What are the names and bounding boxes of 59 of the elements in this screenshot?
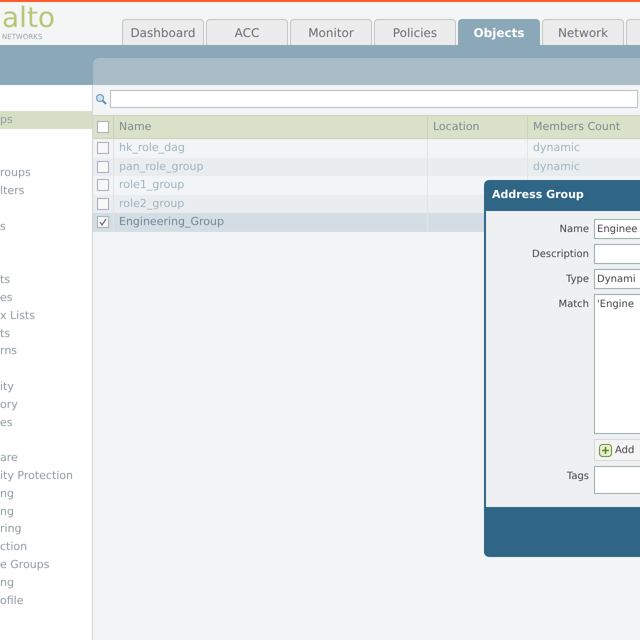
row-checkbox[interactable] (97, 198, 109, 210)
sidebar-item[interactable]: x Lists (0, 306, 92, 325)
logo-wordmark: alto (2, 3, 56, 33)
table-cell: pan_role_group (119, 158, 204, 175)
plus-icon (599, 444, 612, 456)
search-field[interactable] (110, 90, 638, 108)
sidebar-item[interactable]: roups (0, 164, 92, 182)
sidebar-item[interactable]: ity (0, 378, 92, 396)
nav-tab[interactable]: Policies (374, 19, 456, 45)
sidebar-item[interactable]: ity Protection (0, 466, 92, 485)
sidebar-item[interactable]: es (0, 414, 92, 432)
sidebar-item[interactable]: s (0, 218, 92, 236)
sidebar-item[interactable]: ng (0, 574, 92, 592)
row-checkbox[interactable] (97, 160, 109, 173)
table-cell-text: dynamic (533, 158, 580, 174)
sidebar-item[interactable]: are (0, 449, 92, 467)
tags-field[interactable] (594, 466, 640, 494)
add-button[interactable]: Add (594, 439, 640, 461)
sidebar-item[interactable]: rns (0, 342, 92, 360)
sidebar-item[interactable]: ts (0, 271, 92, 289)
text-field[interactable]: Dynami (594, 269, 640, 289)
sidebar-item[interactable]: lters (0, 182, 92, 200)
sidebar-item[interactable]: ring (0, 520, 92, 538)
match-field[interactable]: 'Engine (594, 294, 640, 434)
nav-tab[interactable]: Dashboard (122, 19, 204, 45)
sidebar-item[interactable]: ts (0, 324, 92, 342)
table-cell: role2_group (119, 196, 184, 212)
table-cell-text: hk_role_dag (119, 140, 185, 156)
sidebar-item[interactable]: ory (0, 396, 92, 414)
checkmark-icon (99, 218, 107, 226)
table-cell-text: dynamic (533, 140, 580, 156)
table-cell-text: role1_group (119, 177, 184, 193)
sidebar-item[interactable]: es (0, 288, 92, 307)
row-checkbox[interactable] (97, 179, 109, 192)
select-all-checkbox[interactable] (97, 121, 109, 133)
field-label: Match (557, 298, 590, 312)
column-header[interactable]: Members Count (527, 116, 640, 138)
column-header[interactable]: Location (427, 116, 527, 138)
field-label: Tags (566, 470, 590, 484)
text-field[interactable] (594, 244, 640, 264)
row-checkbox[interactable] (97, 142, 109, 154)
sidebar-item[interactable]: ng (0, 484, 92, 503)
sidebar-item[interactable]: e Groups (0, 556, 92, 574)
field-label: Type (565, 272, 590, 286)
sidebar-item[interactable]: ction (0, 538, 92, 556)
nav-tab[interactable]: ACC (206, 19, 288, 45)
nav-tab[interactable]: Network (542, 19, 624, 45)
nav-tab[interactable]: Monitor (290, 19, 372, 45)
column-header[interactable]: Name (113, 116, 427, 138)
search-icon (95, 93, 107, 105)
table-row[interactable]: pan_role_group dynamic (93, 158, 640, 176)
sidebar-item[interactable]: ofile (0, 592, 92, 610)
field-label: Description (531, 248, 590, 262)
sidebar-item[interactable]: ng (0, 502, 92, 520)
row-checkbox[interactable] (97, 216, 109, 228)
text-field[interactable]: Enginee (594, 219, 640, 239)
sidebar-item[interactable]: ps (0, 111, 92, 129)
table-cell-text: Engineering_Group (119, 214, 224, 230)
nav-tab[interactable]: Objects (458, 19, 540, 45)
